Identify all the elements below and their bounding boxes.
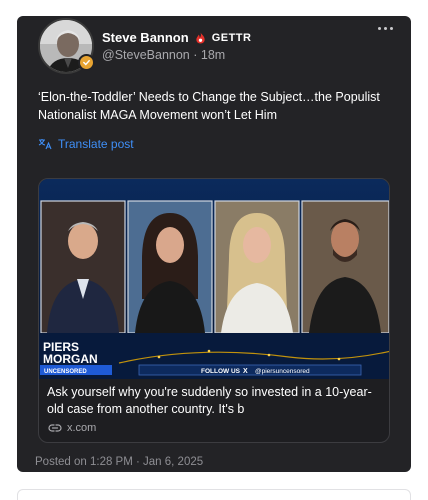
- preview-thumbnail: PIERS MORGAN UNCENSORED FOLLOW US X @pie…: [39, 179, 389, 379]
- time-ago: 18m: [200, 48, 226, 62]
- author-handle[interactable]: @SteveBannon: [102, 48, 190, 62]
- ticker-follow: FOLLOW US: [201, 368, 241, 375]
- handle-row: @SteveBannon · 18m: [102, 48, 225, 62]
- verified-badge-icon: [78, 54, 95, 71]
- separator-dot: ·: [189, 48, 201, 62]
- ticker-handle: @piersuncensored: [255, 368, 310, 375]
- post-timestamp: Posted on 1:28 PM · Jan 6, 2025: [35, 456, 204, 468]
- svg-text:X: X: [243, 368, 248, 375]
- post-card[interactable]: Steve Bannon GETTR @SteveBannon · 18m ‘E…: [17, 16, 411, 472]
- preview-domain: x.com: [67, 422, 97, 434]
- author-row: Steve Bannon GETTR: [102, 30, 251, 45]
- show-logo-tag: UNCENSORED: [44, 369, 87, 375]
- post-text: ‘Elon-the-Toddler’ Needs to Change the S…: [38, 90, 380, 122]
- translate-label: Translate post: [58, 137, 134, 151]
- author-name[interactable]: Steve Bannon: [102, 30, 189, 45]
- translate-button[interactable]: Translate post: [38, 137, 134, 151]
- more-horizontal-icon[interactable]: [378, 27, 393, 30]
- translate-icon: [38, 139, 52, 150]
- link-preview-card[interactable]: PIERS MORGAN UNCENSORED FOLLOW US X @pie…: [38, 178, 390, 443]
- preview-title: Ask yourself why you're suddenly so inve…: [47, 385, 372, 416]
- link-icon: [48, 424, 62, 432]
- show-logo-line2: MORGAN: [43, 352, 98, 366]
- next-post-card[interactable]: [17, 489, 411, 500]
- platform-name: GETTR: [211, 31, 252, 44]
- preview-link[interactable]: x.com: [48, 422, 96, 434]
- gettr-flame-icon: [196, 32, 205, 43]
